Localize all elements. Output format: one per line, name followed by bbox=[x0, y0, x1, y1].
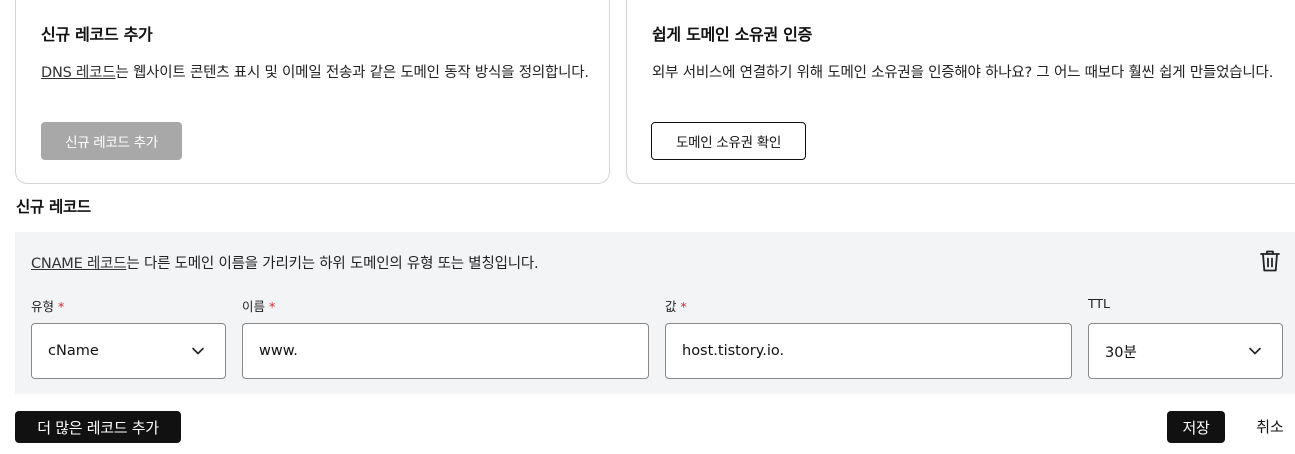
chevron-down-icon bbox=[1249, 347, 1261, 355]
add-record-card-description: DNS 레코드는 웹사이트 콘텐츠 표시 및 이메일 전송과 같은 도메인 동작… bbox=[41, 61, 591, 85]
verify-domain-ownership-button[interactable]: 도메인 소유권 확인 bbox=[651, 122, 806, 160]
record-value-field[interactable] bbox=[665, 323, 1072, 379]
required-mark: * bbox=[269, 299, 276, 314]
chevron-down-icon bbox=[192, 347, 204, 355]
type-field-label: 유형 * bbox=[31, 296, 64, 315]
verify-ownership-card: 쉽게 도메인 소유권 인증 외부 서비스에 연결하기 위해 도메인 소유권을 인… bbox=[626, 0, 1295, 184]
ttl-select[interactable]: 30분 bbox=[1088, 323, 1283, 379]
value-label-text: 값 bbox=[665, 299, 677, 314]
record-type-description: CNAME 레코드는 다른 도메인 이름을 가리키는 하위 도메인의 유형 또는… bbox=[31, 252, 539, 273]
verify-ownership-card-title: 쉽게 도메인 소유권 인증 bbox=[652, 25, 813, 44]
new-record-section-title: 신규 레코드 bbox=[16, 198, 91, 216]
record-type-select[interactable]: cName bbox=[31, 323, 226, 379]
ttl-field-label: TTL bbox=[1088, 296, 1110, 311]
record-type-value: cName bbox=[48, 343, 99, 359]
add-record-card-title: 신규 레코드 추가 bbox=[41, 25, 153, 44]
name-field-label: 이름 * bbox=[242, 296, 275, 315]
required-mark: * bbox=[58, 299, 65, 314]
add-more-records-button[interactable]: 더 많은 레코드 추가 bbox=[15, 411, 181, 443]
add-record-card: 신규 레코드 추가 DNS 레코드는 웹사이트 콘텐츠 표시 및 이메일 전송과… bbox=[15, 0, 610, 184]
record-name-field[interactable] bbox=[242, 323, 649, 379]
record-value-input[interactable] bbox=[682, 343, 1071, 359]
record-type-description-text: 는 다른 도메인 이름을 가리키는 하위 도메인의 유형 또는 별칭입니다. bbox=[126, 256, 539, 272]
add-new-record-button[interactable]: 신규 레코드 추가 bbox=[41, 122, 182, 160]
name-label-text: 이름 bbox=[242, 299, 266, 314]
verify-ownership-card-description: 외부 서비스에 연결하기 위해 도메인 소유권을 인증해야 하나요? 그 어느 … bbox=[652, 65, 1274, 81]
cancel-button[interactable]: 취소 bbox=[1248, 416, 1292, 437]
save-button[interactable]: 저장 bbox=[1167, 411, 1225, 443]
cname-record-link[interactable]: CNAME 레코드 bbox=[31, 256, 127, 272]
new-record-panel: CNAME 레코드는 다른 도메인 이름을 가리키는 하위 도메인의 유형 또는… bbox=[15, 232, 1295, 394]
ttl-value: 30분 bbox=[1105, 344, 1137, 361]
add-record-card-description-text: 는 웹사이트 콘텐츠 표시 및 이메일 전송과 같은 도메인 동작 방식을 정의… bbox=[115, 65, 589, 81]
dns-records-link[interactable]: DNS 레코드 bbox=[41, 65, 116, 81]
type-label-text: 유형 bbox=[31, 299, 55, 314]
trash-icon[interactable] bbox=[1259, 249, 1281, 273]
required-mark: * bbox=[680, 299, 687, 314]
value-field-label: 값 * bbox=[665, 296, 687, 315]
ttl-label-text: TTL bbox=[1088, 296, 1111, 311]
record-name-input[interactable] bbox=[259, 343, 648, 359]
